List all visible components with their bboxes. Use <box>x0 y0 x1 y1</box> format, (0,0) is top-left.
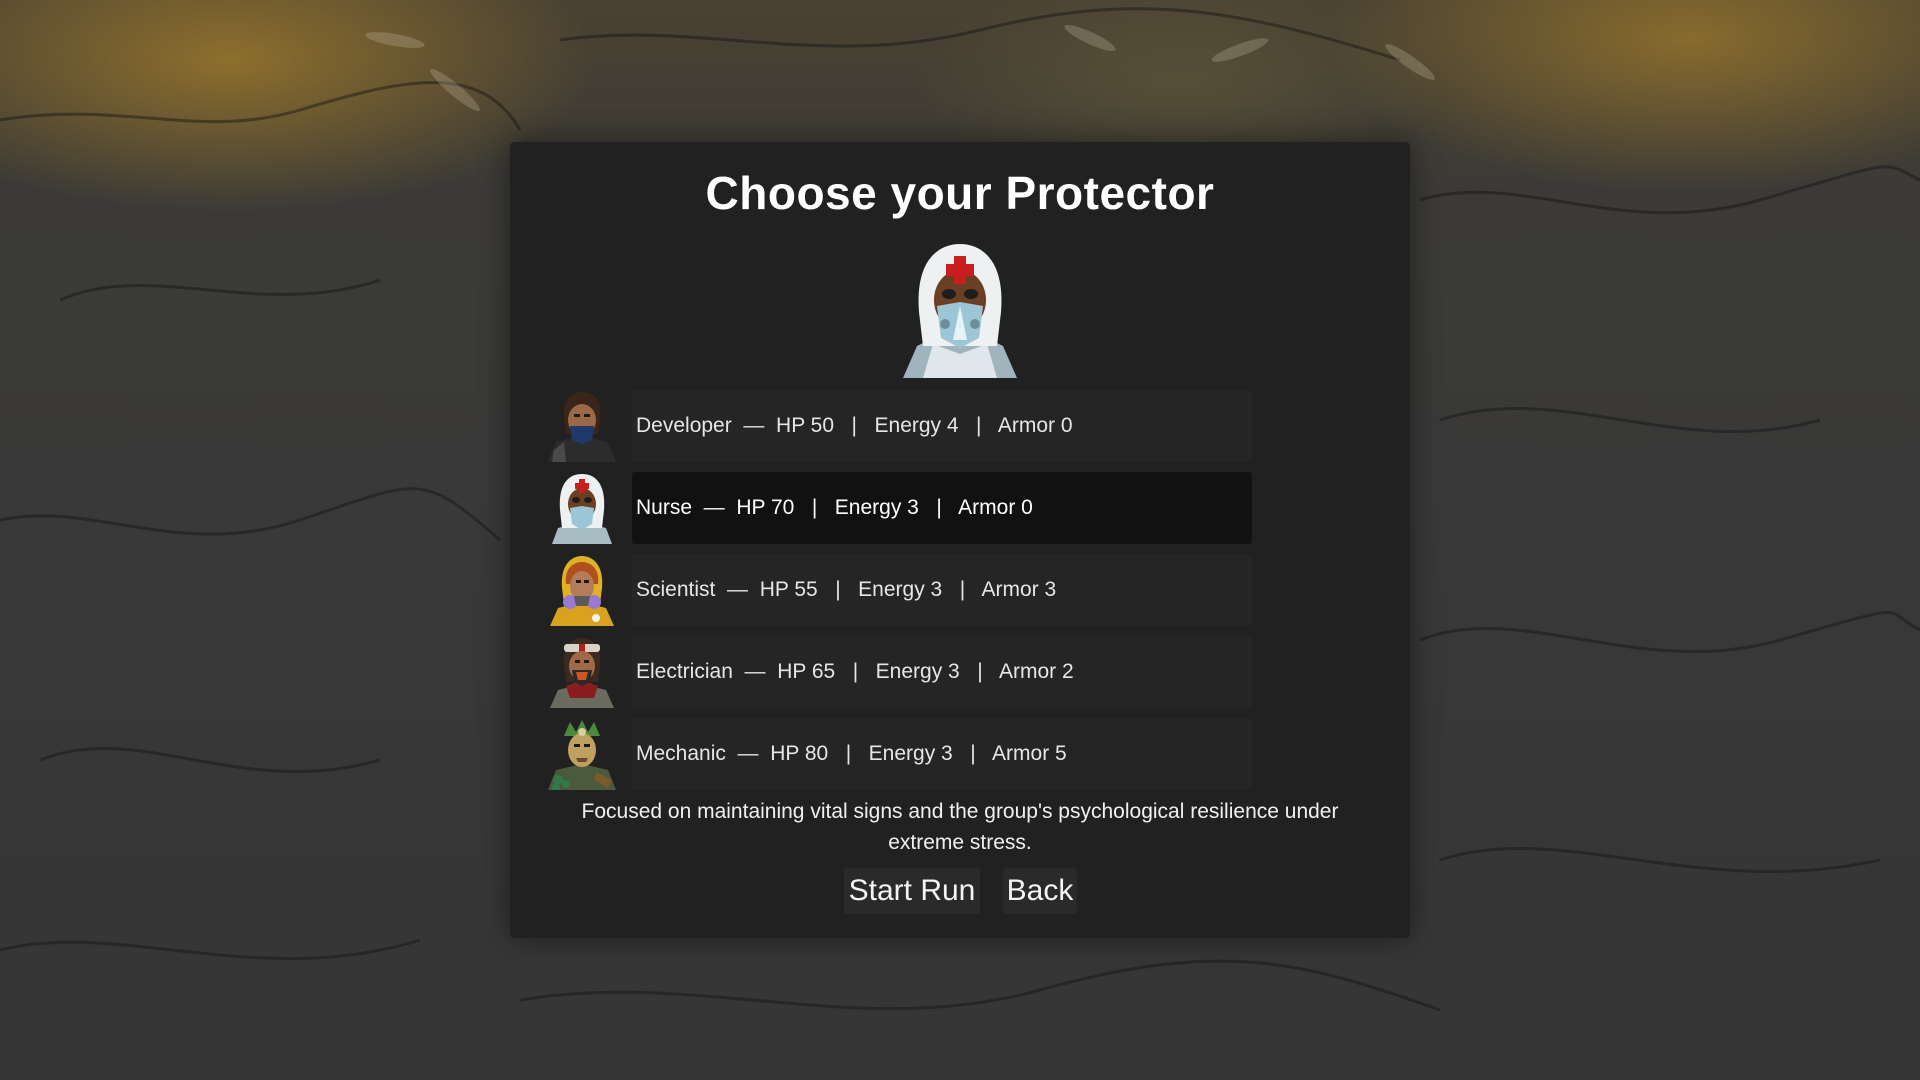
character-row-mechanic[interactable]: Mechanic — HP 80 | Energy 3 | Armor 5 <box>546 718 1252 790</box>
character-row-developer[interactable]: Developer — HP 50 | Energy 4 | Armor 0 <box>546 390 1252 462</box>
mechanic-portrait-icon <box>548 720 616 790</box>
character-stats-label: Scientist — HP 55 | Energy 3 | Armor 3 <box>632 554 1252 626</box>
back-button[interactable]: Back <box>1003 868 1077 914</box>
character-stats-label: Developer — HP 50 | Energy 4 | Armor 0 <box>632 390 1252 462</box>
character-description: Focused on maintaining vital signs and t… <box>581 800 1339 854</box>
nurse-portrait-icon <box>903 244 1017 378</box>
electrician-portrait-icon <box>550 638 614 708</box>
character-stats-label: Electrician — HP 65 | Energy 3 | Armor 2 <box>632 636 1252 708</box>
character-row-nurse[interactable]: Nurse — HP 70 | Energy 3 | Armor 0 <box>546 472 1252 544</box>
nurse-portrait-icon <box>552 474 612 544</box>
character-select-panel: Choose your Protector Developer — HP 50 … <box>510 142 1410 938</box>
scientist-portrait-icon <box>550 556 614 626</box>
character-stats-label: Nurse — HP 70 | Energy 3 | Armor 0 <box>632 472 1252 544</box>
developer-portrait-icon <box>548 392 616 462</box>
character-row-scientist[interactable]: Scientist — HP 55 | Energy 3 | Armor 3 <box>546 554 1252 626</box>
screen-title: Choose your Protector <box>705 167 1215 219</box>
character-stats-label: Mechanic — HP 80 | Energy 3 | Armor 5 <box>632 718 1252 790</box>
character-row-electrician[interactable]: Electrician — HP 65 | Energy 3 | Armor 2 <box>546 636 1252 708</box>
start-run-button[interactable]: Start Run <box>844 868 980 914</box>
